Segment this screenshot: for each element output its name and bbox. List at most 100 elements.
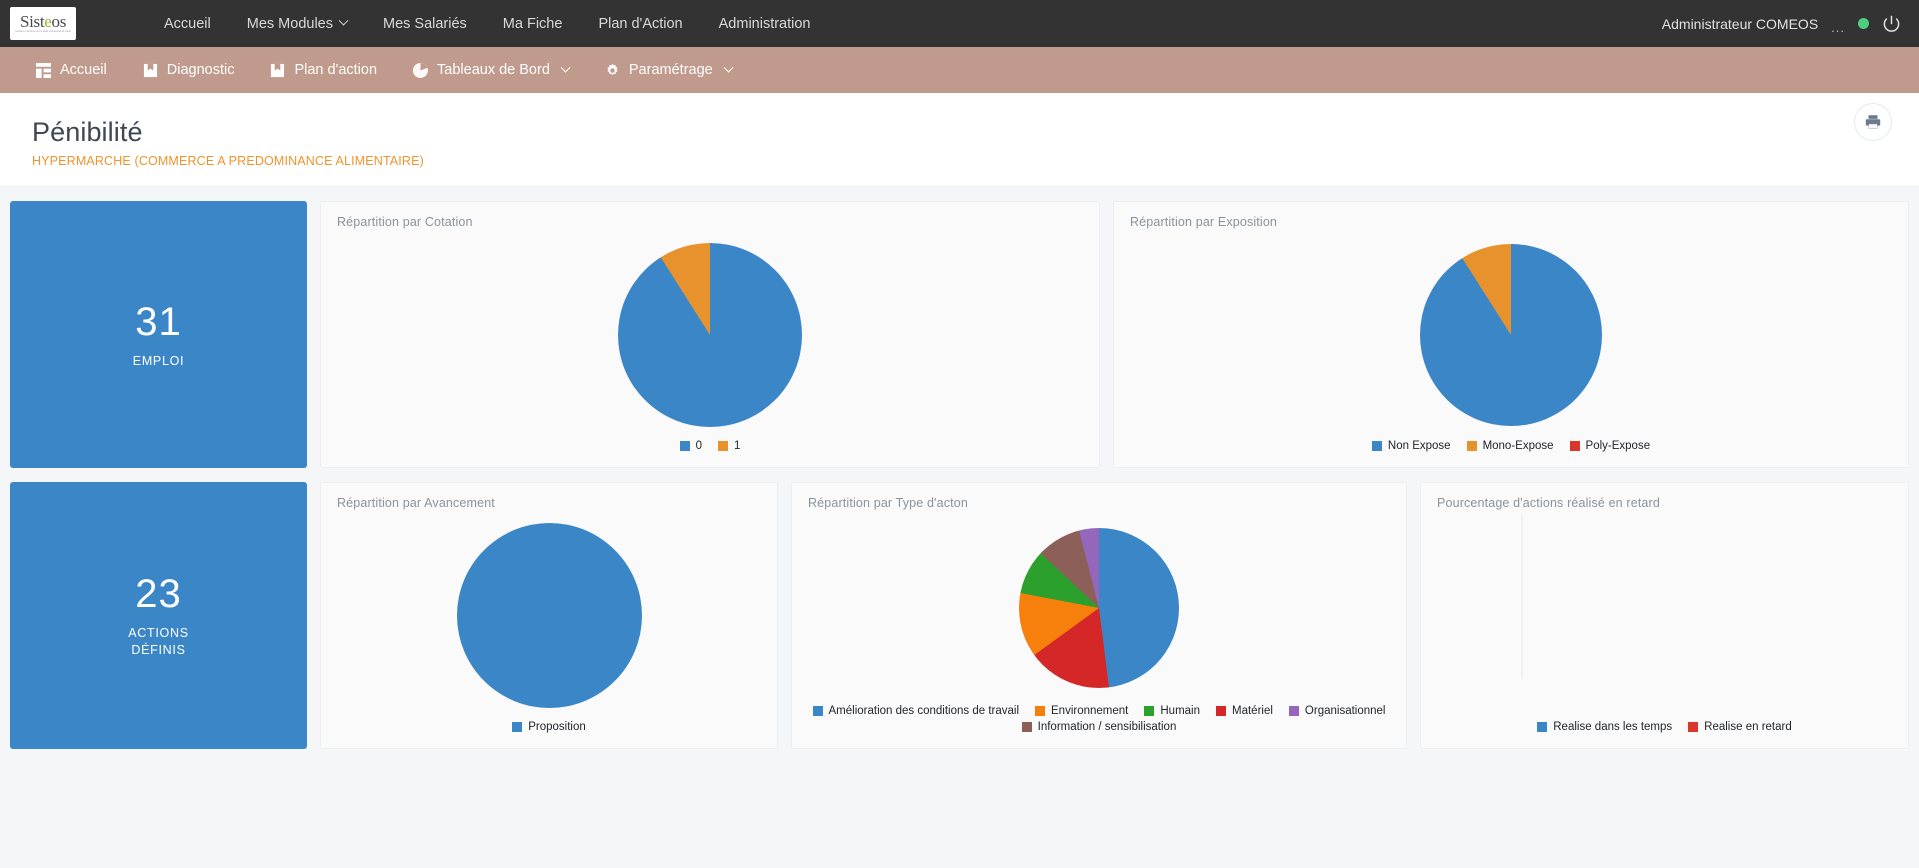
- legend-label: Non Expose: [1387, 440, 1451, 452]
- dashboard-body: 31 EMPLOI Répartition par Cotation 0 1 R…: [0, 187, 1919, 868]
- legend-label: Realise en retard: [1704, 721, 1792, 733]
- book-icon: [270, 63, 285, 78]
- legend-label: Information / sensibilisation: [1037, 721, 1177, 733]
- power-off-icon[interactable]: [1882, 14, 1901, 33]
- legend-swatch: [1021, 722, 1032, 732]
- chart-legend: Realise dans les temps Realise en retard: [1437, 721, 1892, 735]
- chart-plot-area[interactable]: [1130, 229, 1892, 440]
- subnav-item-plan-d-action[interactable]: Plan d'action: [252, 47, 395, 93]
- legend-swatch: [1569, 441, 1580, 451]
- legend-swatch: [1035, 706, 1046, 716]
- legend-swatch: [718, 441, 728, 451]
- legend-item[interactable]: Organisationnel: [1288, 705, 1386, 717]
- chart-legend: Amélioration des conditions de travail E…: [808, 705, 1390, 735]
- legend-item[interactable]: Information / sensibilisation: [1021, 721, 1177, 733]
- topnav-item-mes-modules[interactable]: Mes Modules: [229, 0, 365, 47]
- topnav-label: Accueil: [164, 15, 211, 32]
- top-navigation-bar: Sisteos solutions et services pour la sa…: [0, 0, 1919, 47]
- leaf-icon: e: [44, 12, 52, 31]
- legend-swatch: [812, 706, 823, 716]
- legend-label: 1: [734, 440, 741, 452]
- kpi-value: 23: [135, 572, 182, 616]
- legend-label: Realise dans les temps: [1553, 721, 1673, 733]
- legend-item[interactable]: Non Expose: [1371, 440, 1451, 452]
- pie-exposition[interactable]: [1420, 243, 1602, 426]
- subnav-label: Accueil: [60, 62, 107, 78]
- pie-cotation[interactable]: [618, 242, 802, 427]
- legend-item[interactable]: Matériel: [1216, 705, 1273, 717]
- chart-plot-area[interactable]: [808, 510, 1390, 705]
- legend-item[interactable]: Humain: [1144, 705, 1200, 717]
- chart-legend: Proposition: [337, 721, 761, 735]
- kpi-label: EMPLOI: [132, 353, 185, 368]
- legend-item[interactable]: Mono-Expose: [1466, 440, 1554, 452]
- legend-swatch: [1371, 441, 1382, 451]
- legend-label: 0: [695, 440, 702, 452]
- subnav-item-tableaux-de-bord[interactable]: Tableaux de Bord: [395, 47, 587, 93]
- secondary-navigation-bar: Accueil Diagnostic Plan d'action Tableau…: [0, 47, 1919, 93]
- legend-label: Amélioration des conditions de travail: [828, 705, 1020, 717]
- chevron-down-icon: [338, 15, 349, 26]
- legend-label: Organisationnel: [1304, 705, 1386, 717]
- legend-item[interactable]: Realise en retard: [1688, 721, 1792, 733]
- kpi-card-emploi[interactable]: 31 EMPLOI: [10, 201, 307, 468]
- legend-item[interactable]: 1: [718, 440, 740, 452]
- legend-item[interactable]: Proposition: [512, 721, 586, 733]
- chart-card-type-action: Répartition par Type d'acton Amélioratio…: [791, 482, 1407, 749]
- legend-swatch: [1537, 722, 1548, 732]
- dashboard-row-2: 23 ACTIONS DÉFINIS Répartition par Avanc…: [10, 482, 1909, 749]
- topnav-item-administration[interactable]: Administration: [701, 0, 829, 47]
- legend-swatch: [1288, 706, 1299, 716]
- legend-item[interactable]: Amélioration des conditions de travail: [812, 705, 1020, 717]
- pie-chart-icon: [413, 62, 428, 78]
- chart-legend: 0 1: [337, 440, 1083, 454]
- chart-legend: Non Expose Mono-Expose Poly-Expose: [1130, 440, 1892, 454]
- chart-plot-area[interactable]: [337, 229, 1083, 440]
- kpi-value: 31: [135, 299, 182, 344]
- topnav-label: Mes Modules: [246, 15, 333, 32]
- topnav-label: Mes Salariés: [382, 15, 467, 32]
- legend-swatch: [1466, 441, 1477, 451]
- chart-title: Répartition par Exposition: [1130, 215, 1278, 229]
- page-header: Pénibilité HYPERMARCHE (COMMERCE A PREDO…: [0, 93, 1919, 187]
- pie-avancement[interactable]: [456, 523, 642, 708]
- topnav-item-plan-d-action[interactable]: Plan d'Action: [580, 0, 700, 47]
- chart-title: Répartition par Cotation: [337, 215, 473, 229]
- chart-title: Répartition par Avancement: [337, 496, 495, 510]
- legend-item[interactable]: Poly-Expose: [1569, 440, 1650, 452]
- topnav-item-ma-fiche[interactable]: Ma Fiche: [485, 0, 581, 47]
- logo-wordmark: Sisteos: [19, 12, 67, 31]
- dashboard-icon: [36, 62, 51, 78]
- dashboard-row-1: 31 EMPLOI Répartition par Cotation 0 1 R…: [10, 201, 1909, 468]
- sisteos-logo[interactable]: Sisteos solutions et services pour la sa…: [10, 7, 76, 40]
- topnav-item-accueil[interactable]: Accueil: [146, 0, 229, 47]
- legend-label: Environnement: [1051, 705, 1129, 717]
- book-icon: [143, 63, 158, 78]
- topnav-item-mes-salaries[interactable]: Mes Salariés: [365, 0, 485, 47]
- subnav-item-accueil[interactable]: Accueil: [18, 47, 125, 93]
- online-status-dot: [1858, 18, 1869, 29]
- kpi-card-actions-definis[interactable]: 23 ACTIONS DÉFINIS: [10, 482, 307, 749]
- subnav-item-parametrage[interactable]: Paramétrage: [587, 47, 750, 93]
- user-menu-ellipsis[interactable]: ...: [1831, 20, 1845, 35]
- chart-plot-area[interactable]: [1437, 510, 1892, 721]
- logo-tagline: solutions et services pour la santé et l…: [15, 30, 71, 34]
- kpi-label-line2: DÉFINIS: [131, 643, 186, 657]
- chevron-down-icon: [560, 62, 571, 73]
- print-button[interactable]: [1854, 103, 1892, 141]
- legend-item[interactable]: Realise dans les temps: [1537, 721, 1672, 733]
- legend-item[interactable]: Environnement: [1035, 705, 1128, 717]
- print-icon: [1865, 115, 1881, 129]
- legend-label: Mono-Expose: [1482, 440, 1554, 452]
- legend-swatch: [1688, 722, 1699, 732]
- legend-item[interactable]: 0: [679, 440, 702, 452]
- chart-plot-area[interactable]: [337, 510, 761, 721]
- pie-type-action[interactable]: [1019, 527, 1179, 688]
- primary-menu: Accueil Mes Modules Mes Salariés Ma Fich…: [146, 0, 829, 47]
- subnav-item-diagnostic[interactable]: Diagnostic: [125, 47, 253, 93]
- gear-icon: [605, 63, 620, 78]
- chart-title: Pourcentage d'actions réalisé en retard: [1437, 496, 1660, 510]
- legend-swatch: [679, 441, 690, 451]
- topnav-label: Plan d'Action: [598, 15, 683, 32]
- legend-swatch: [1144, 706, 1155, 716]
